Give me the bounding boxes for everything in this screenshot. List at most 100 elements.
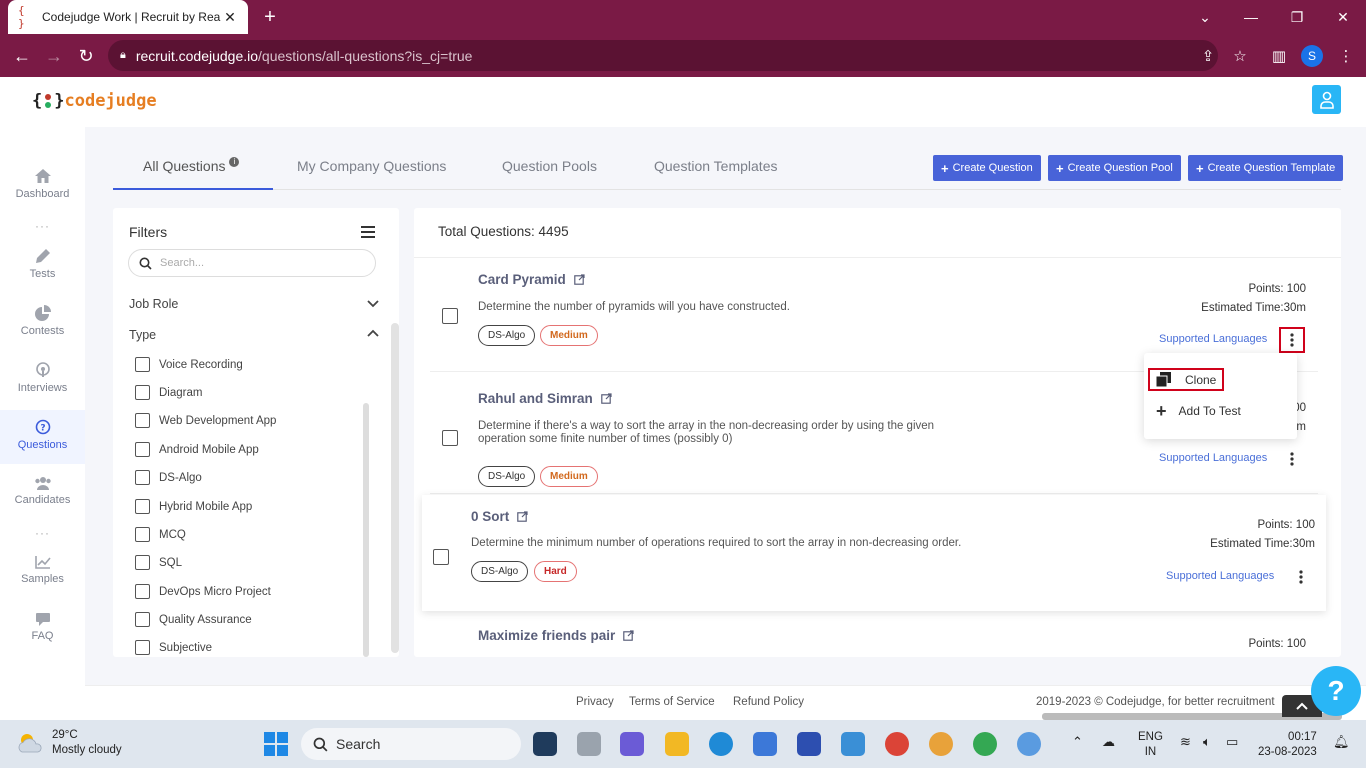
battery-icon[interactable]: ▭	[1226, 734, 1238, 750]
filter-option[interactable]: Quality Assurance	[135, 612, 252, 627]
tray-chevron-icon[interactable]: ⌃	[1072, 734, 1083, 750]
reload-icon[interactable]: ↻	[74, 44, 98, 68]
question-checkbox[interactable]	[433, 549, 449, 565]
checkbox[interactable]	[135, 555, 150, 570]
tab-question-pools[interactable]: Question Pools	[502, 145, 597, 190]
create-question-template-button[interactable]: + Create Question Template	[1188, 155, 1344, 181]
add-to-test-menu-item[interactable]: + Add To Test	[1156, 402, 1241, 420]
supported-languages-link[interactable]: Supported Languages	[1166, 570, 1274, 582]
sidebar-item-dashboard[interactable]: Dashboard	[0, 168, 85, 200]
back-icon[interactable]: ←	[10, 44, 34, 68]
page-scrollbar[interactable]	[391, 323, 399, 653]
chrome-profile-icon[interactable]	[929, 732, 953, 756]
question-checkbox[interactable]	[442, 308, 458, 324]
chrome-alt-icon[interactable]	[973, 732, 997, 756]
filter-option[interactable]: Diagram	[135, 385, 202, 400]
create-question-button[interactable]: + Create Question	[933, 155, 1041, 181]
weather-widget[interactable]: 29°C Mostly cloudy	[16, 728, 122, 758]
wifi-icon[interactable]: ≋	[1180, 734, 1191, 750]
forward-icon[interactable]: →	[42, 44, 66, 68]
checkbox[interactable]	[135, 499, 150, 514]
checkbox[interactable]	[135, 442, 150, 457]
checkbox[interactable]	[135, 385, 150, 400]
privacy-link[interactable]: Privacy	[576, 696, 614, 708]
language-indicator[interactable]: ENG IN	[1138, 730, 1163, 760]
file-manager-icon[interactable]	[577, 732, 601, 756]
codejudge-logo[interactable]: { } codejudge	[32, 91, 157, 111]
clone-menu-item[interactable]: Clone	[1148, 368, 1225, 391]
kebab-menu-button[interactable]	[1288, 564, 1314, 590]
network-app-icon[interactable]	[1017, 732, 1041, 756]
refund-link[interactable]: Refund Policy	[733, 696, 804, 708]
filter-option[interactable]: DevOps Micro Project	[135, 584, 271, 599]
browser-tab[interactable]: { } Codejudge Work | Recruit by Rea ✕	[8, 0, 248, 34]
sidebar-item-tests[interactable]: Tests	[0, 248, 85, 280]
sidebar-item-candidates[interactable]: Candidates	[0, 476, 85, 506]
close-tab-icon[interactable]: ✕	[222, 9, 238, 26]
new-tab-icon[interactable]: +	[258, 5, 282, 29]
sidebar-item-samples[interactable]: Samples	[0, 555, 85, 585]
tab-my-company-questions[interactable]: My Company Questions	[297, 145, 446, 190]
filter-type[interactable]: Type	[129, 328, 379, 342]
browser-menu-icon[interactable]: ⋮	[1336, 46, 1356, 66]
checkbox[interactable]	[135, 357, 150, 372]
checkbox[interactable]	[135, 527, 150, 542]
question-title[interactable]: 0 Sort	[471, 509, 528, 524]
sidebar-item-faq[interactable]: FAQ	[0, 612, 85, 642]
close-window-icon[interactable]: ✕	[1320, 0, 1366, 34]
sidebar-item-interviews[interactable]: Interviews	[0, 362, 85, 394]
filter-option[interactable]: DS-Algo	[135, 470, 202, 485]
question-title[interactable]: Card Pyramid	[478, 272, 585, 287]
filter-option[interactable]: Android Mobile App	[135, 442, 259, 457]
tab-search-icon[interactable]: ⌄	[1182, 0, 1228, 34]
folder-icon[interactable]	[665, 732, 689, 756]
filter-option[interactable]: SQL	[135, 555, 182, 570]
checkbox[interactable]	[135, 470, 150, 485]
question-checkbox[interactable]	[442, 430, 458, 446]
filter-search-input[interactable]: Search...	[128, 249, 376, 277]
hamburger-menu-icon[interactable]	[361, 226, 375, 238]
system-clock[interactable]: 00:17 23-08-2023	[1258, 730, 1317, 760]
question-row[interactable]: Maximize friends pair Points: 100	[430, 612, 1318, 657]
checkbox[interactable]	[135, 612, 150, 627]
windows-start-icon[interactable]	[264, 732, 288, 756]
filter-job-role[interactable]: Job Role	[129, 297, 379, 311]
filter-option[interactable]: Web Development App	[135, 413, 276, 428]
kebab-menu-button[interactable]	[1279, 446, 1305, 472]
volume-icon[interactable]: 🔈︎	[1203, 734, 1211, 750]
supported-languages-link[interactable]: Supported Languages	[1159, 333, 1267, 345]
bookmark-star-icon[interactable]: ☆	[1230, 46, 1250, 66]
terms-link[interactable]: Terms of Service	[629, 696, 715, 708]
chrome-icon[interactable]	[885, 732, 909, 756]
question-title[interactable]: Maximize friends pair	[478, 628, 634, 643]
app-icon[interactable]	[797, 732, 821, 756]
question-title[interactable]: Rahul and Simran	[478, 391, 612, 406]
filter-option[interactable]: Hybrid Mobile App	[135, 499, 252, 514]
notification-icon[interactable]: 🔔︎	[1333, 734, 1350, 750]
store-icon[interactable]	[753, 732, 777, 756]
photos-icon[interactable]	[841, 732, 865, 756]
question-row[interactable]: 0 Sort Determine the minimum number of o…	[422, 495, 1326, 611]
share-icon[interactable]: ⇪	[1198, 46, 1218, 66]
user-profile-button[interactable]	[1312, 85, 1341, 114]
checkbox[interactable]	[135, 584, 150, 599]
restore-icon[interactable]: ❐	[1274, 0, 1320, 34]
edge-icon[interactable]	[709, 732, 733, 756]
filter-option[interactable]: Voice Recording	[135, 357, 243, 372]
filter-option[interactable]: Subjective	[135, 640, 212, 655]
checkbox[interactable]	[135, 413, 150, 428]
onedrive-icon[interactable]: ☁	[1102, 734, 1115, 750]
help-button[interactable]: ?	[1311, 666, 1361, 716]
filter-option[interactable]: MCQ	[135, 527, 186, 542]
sidebar-item-questions[interactable]: ? Questions	[0, 410, 85, 464]
profile-avatar[interactable]: S	[1301, 45, 1323, 67]
sidepanel-icon[interactable]: ▥	[1269, 46, 1289, 66]
filters-scrollbar[interactable]	[363, 403, 369, 657]
video-call-icon[interactable]	[620, 732, 644, 756]
tab-question-templates[interactable]: Question Templates	[654, 145, 777, 190]
kebab-menu-button[interactable]	[1279, 327, 1305, 353]
address-bar[interactable]: 🔒︎ recruit.codejudge.io/questions/all-qu…	[108, 40, 1218, 71]
taskbar-search[interactable]: Search	[301, 728, 521, 760]
create-question-pool-button[interactable]: + Create Question Pool	[1048, 155, 1181, 181]
supported-languages-link[interactable]: Supported Languages	[1159, 452, 1267, 464]
